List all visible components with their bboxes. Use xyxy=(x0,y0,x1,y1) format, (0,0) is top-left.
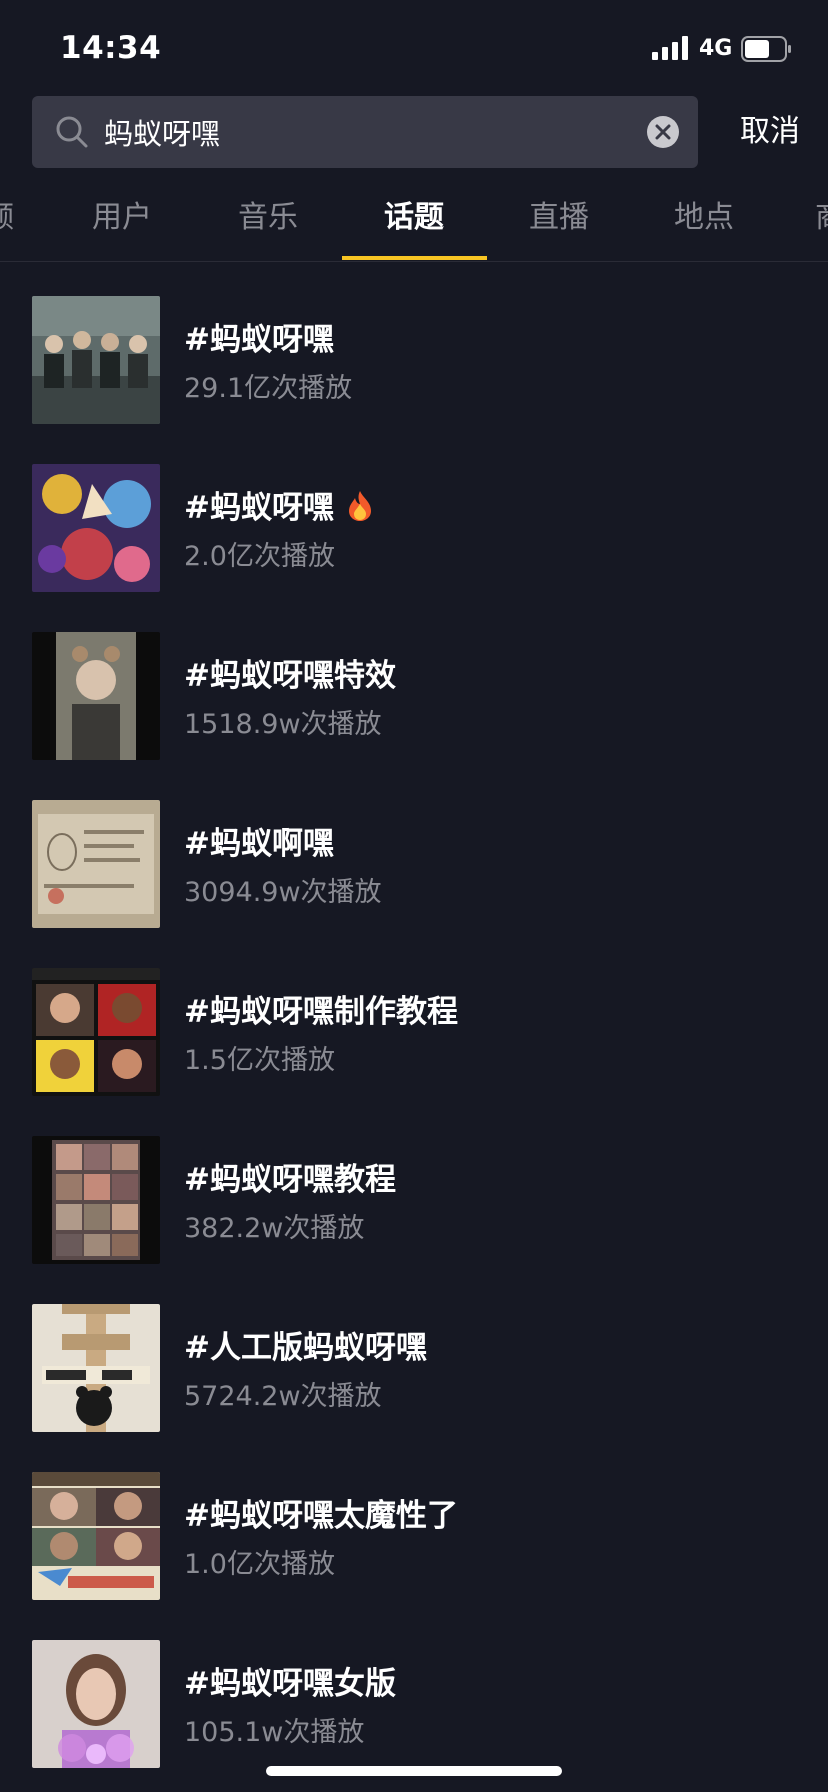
topic-title: #蚂蚁呀嘿 xyxy=(184,482,375,527)
topic-title: #蚂蚁呀嘿女版 xyxy=(184,1666,396,1702)
topic-title: #蚂蚁呀嘿特效 xyxy=(184,658,396,694)
topic-thumbnail xyxy=(32,464,160,592)
topic-thumbnail xyxy=(32,1472,160,1600)
category-tabs: 视频 用户 音乐 话题 直播 地点 商品 xyxy=(0,184,828,262)
search-box[interactable] xyxy=(32,96,698,168)
topic-thumbnail xyxy=(32,800,160,928)
screen: 14:34 4G 取消 视频 用户 音乐 话题 直 xyxy=(0,0,828,1792)
list-item[interactable]: #蚂蚁呀嘿太魔性了 1.0亿次播放 xyxy=(0,1438,828,1606)
topic-thumbnail xyxy=(32,968,160,1096)
topic-thumbnail xyxy=(32,632,160,760)
topic-title: #蚂蚁呀嘿制作教程 xyxy=(184,994,458,1030)
topic-play-count: 5724.2w次播放 xyxy=(184,1381,382,1412)
search-input[interactable] xyxy=(104,96,634,168)
topic-play-count: 1.5亿次播放 xyxy=(184,1045,335,1076)
tab-music[interactable]: 音乐 xyxy=(218,184,318,258)
cancel-button[interactable]: 取消 xyxy=(720,96,820,168)
tab-places[interactable]: 地点 xyxy=(654,184,754,258)
tab-topics[interactable]: 话题 xyxy=(364,184,464,258)
topic-play-count: 3094.9w次播放 xyxy=(184,877,382,908)
status-time: 14:34 xyxy=(60,30,162,66)
cellular-signal-icon xyxy=(652,36,688,60)
tab-users[interactable]: 用户 xyxy=(72,184,172,258)
list-item[interactable]: #蚂蚁呀嘿 2.0亿次播放 xyxy=(0,430,828,598)
topic-play-count: 105.1w次播放 xyxy=(184,1717,365,1748)
topic-title: #蚂蚁呀嘿 xyxy=(184,322,334,358)
clear-icon[interactable] xyxy=(646,115,680,149)
topic-thumbnail xyxy=(32,1136,160,1264)
topic-title: #蚂蚁呀嘿教程 xyxy=(184,1162,396,1198)
tab-video[interactable]: 视频 xyxy=(0,184,14,258)
battery-icon xyxy=(741,36,791,62)
topic-play-count: 382.2w次播放 xyxy=(184,1213,365,1244)
fire-icon xyxy=(348,491,371,521)
active-tab-indicator xyxy=(342,256,487,260)
list-item[interactable]: #蚂蚁呀嘿教程 382.2w次播放 xyxy=(0,1102,828,1270)
list-item[interactable]: #蚂蚁呀嘿女版 105.1w次播放 xyxy=(0,1606,828,1774)
topic-thumbnail xyxy=(32,1304,160,1432)
list-item[interactable]: #蚂蚁啊嘿 3094.9w次播放 xyxy=(0,766,828,934)
list-item[interactable]: #蚂蚁呀嘿特效 1518.9w次播放 xyxy=(0,598,828,766)
topic-thumbnail xyxy=(32,296,160,424)
list-item[interactable]: #蚂蚁呀嘿 29.1亿次播放 xyxy=(0,262,828,430)
tab-live[interactable]: 直播 xyxy=(509,184,609,258)
topic-title-text: #蚂蚁呀嘿 xyxy=(184,490,334,526)
topic-title: #蚂蚁啊嘿 xyxy=(184,826,334,862)
topic-play-count: 29.1亿次播放 xyxy=(184,373,353,404)
home-indicator[interactable] xyxy=(266,1766,562,1776)
topic-play-count: 1.0亿次播放 xyxy=(184,1549,335,1580)
topic-play-count: 1518.9w次播放 xyxy=(184,709,382,740)
status-bar: 14:34 4G xyxy=(0,0,828,96)
topic-title: #人工版蚂蚁呀嘿 xyxy=(184,1330,427,1366)
topic-thumbnail xyxy=(32,1640,160,1768)
list-item[interactable]: #蚂蚁呀嘿制作教程 1.5亿次播放 xyxy=(0,934,828,1102)
network-label: 4G xyxy=(699,36,733,61)
search-icon xyxy=(56,116,88,148)
topic-title: #蚂蚁呀嘿太魔性了 xyxy=(184,1498,458,1534)
tab-products[interactable]: 商品 xyxy=(815,184,828,258)
topic-play-count: 2.0亿次播放 xyxy=(184,541,335,572)
list-item[interactable]: #人工版蚂蚁呀嘿 5724.2w次播放 xyxy=(0,1270,828,1438)
